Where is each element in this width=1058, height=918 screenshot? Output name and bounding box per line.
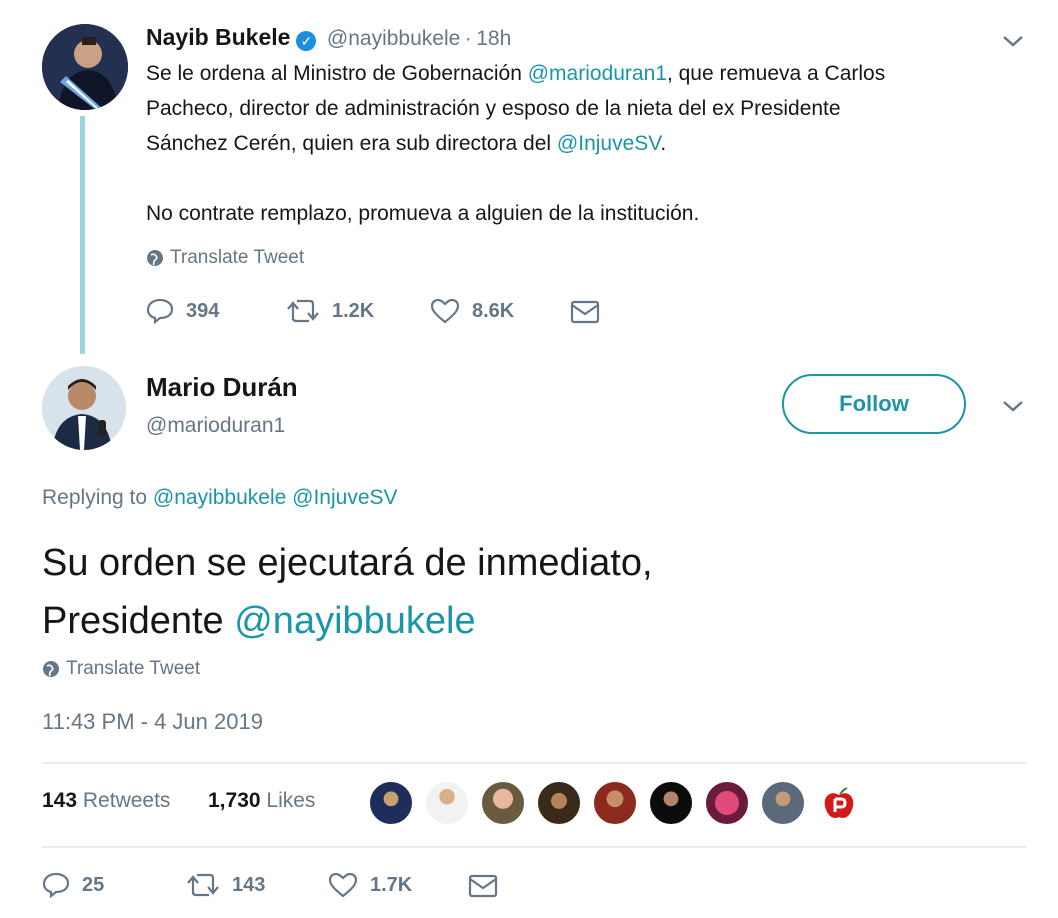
reply-text-line-1: Su orden se ejecutará de inmediato, [42,542,653,584]
tweet-body: Se le ordena al Ministro de Gobernación … [146,56,1026,231]
likers-avatars [368,780,872,826]
like-action[interactable]: 8.6K [430,298,514,324]
reply-action[interactable]: 25 [42,872,104,898]
heart-icon [328,872,358,898]
liker-avatar[interactable] [816,780,862,826]
direct-message-icon[interactable] [468,874,498,898]
mention-nayibbukele[interactable]: @nayibbukele [234,600,475,642]
liker-avatar[interactable] [704,780,750,826]
replying-to: Replying to @nayibbukele @InjuveSV [42,486,398,509]
mention-marioduran[interactable]: @marioduran1 [528,62,667,85]
liker-avatar[interactable] [480,780,526,826]
tweet-line-3: Sánchez Cerén, quien era sub directora d… [146,132,667,155]
tweet-line-2: Pacheco, director de administración y es… [146,97,841,120]
liker-avatar[interactable] [592,780,638,826]
heart-icon [430,298,460,324]
chevron-down-icon[interactable] [1002,399,1024,413]
follow-button[interactable]: Follow [782,374,966,434]
like-action[interactable]: 1.7K [328,872,412,898]
tweet-line-1: Se le ordena al Ministro de Gobernación … [146,62,886,85]
mention-injuvesv[interactable]: @InjuveSV [557,132,660,155]
liker-avatar[interactable] [368,780,414,826]
globe-icon [43,661,59,677]
avatar-nayib[interactable] [42,24,128,110]
reply-text: Su orden se ejecutará de inmediato, Pres… [42,534,1022,650]
reply-text-line-2: Presidente @nayibbukele [42,600,476,642]
author-handle[interactable]: @nayibbukele [327,27,460,50]
reply-action[interactable]: 394 [146,298,219,324]
thread-line [80,116,85,354]
liker-avatar[interactable] [536,780,582,826]
mention-nayibbukele[interactable]: @nayibbukele [153,486,286,509]
retweet-action[interactable]: 1.2K [286,298,374,324]
divider [42,762,1027,764]
tweet-timestamp[interactable]: 11:43 PM - 4 Jun 2019 [42,709,263,735]
dot-separator: · [464,27,472,50]
translate-tweet-link[interactable]: Translate Tweet [42,658,200,680]
like-stat[interactable]: 1,730 Likes [208,789,315,813]
liker-avatar[interactable] [760,780,806,826]
reply-author-handle[interactable]: @marioduran1 [146,414,285,438]
divider [42,846,1027,848]
translate-tweet-link[interactable]: Translate Tweet [146,247,304,269]
apple-logo-icon [824,787,854,818]
liker-avatar[interactable] [648,780,694,826]
reply-author-name[interactable]: Mario Durán [146,372,298,403]
verified-icon: ✓ [296,30,317,51]
reply-icon [146,298,174,324]
mention-injuvesv[interactable]: @InjuveSV [292,486,397,509]
direct-message-icon[interactable] [570,300,600,324]
author-name[interactable]: Nayib Bukele [146,24,290,50]
globe-icon [147,250,163,266]
chevron-down-icon[interactable] [1002,34,1024,48]
reply-icon [42,872,70,898]
retweet-icon [187,873,219,897]
avatar-mario[interactable] [42,366,126,450]
retweet-icon [287,299,319,323]
tweet-header: Nayib Bukele ✓ @nayibbukele · 18h [146,24,511,51]
retweet-stat[interactable]: 143 Retweets [42,789,170,813]
liker-avatar[interactable] [424,780,470,826]
tweet-line-4: No contrate remplazo, promueva a alguien… [146,202,700,225]
retweet-action[interactable]: 143 [186,872,265,898]
tweet-time[interactable]: 18h [476,27,511,50]
